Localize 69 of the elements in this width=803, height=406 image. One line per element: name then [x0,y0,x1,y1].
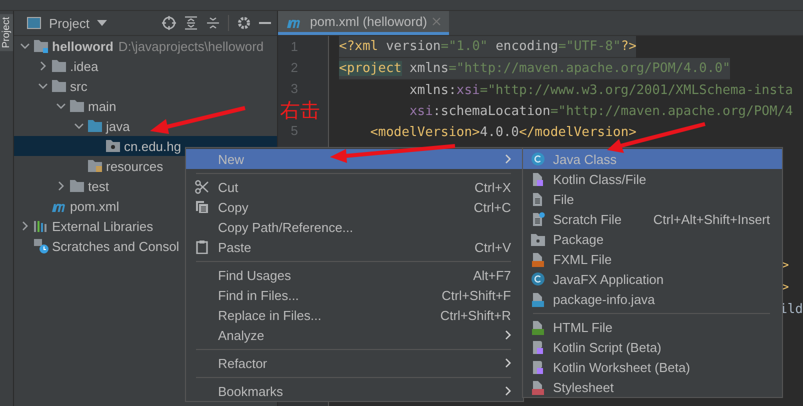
chevron-right-icon[interactable] [56,181,66,191]
folder-icon [69,99,85,113]
tree-item[interactable]: java [14,116,277,136]
code-line: <modelVersion>4.0.0</modelVersion> [369,124,636,142]
expand-all-icon[interactable] [184,16,198,30]
menu-item[interactable]: File [523,189,782,209]
folder-icon [69,179,85,193]
menu-item[interactable]: Find in Files... Ctrl+Shift+F [186,285,523,305]
clipboard-icon [195,240,209,254]
annotation-text: 右击 [280,100,320,122]
class-icon [531,272,545,286]
chevron-right-icon[interactable] [38,61,48,71]
stylesheet-icon [531,380,545,394]
menu-item[interactable]: Replace in Files... Ctrl+Shift+R [186,305,523,325]
menu-item[interactable]: Cut Ctrl+X [186,177,523,197]
menu-item[interactable]: Paste Ctrl+V [186,237,523,257]
menu-item[interactable]: Copy Ctrl+C [186,197,523,217]
dropdown-caret-icon[interactable] [97,20,108,26]
project-path: D:\javaprojects\helloword [118,38,264,54]
folder-icon [51,79,67,93]
menu-item[interactable]: Kotlin Class/File [523,169,782,189]
menu-item[interactable]: Stylesheet [523,377,782,397]
menu-item[interactable]: Refactor [186,353,523,373]
menu-item[interactable]: JavaFX Application [523,269,782,289]
menu-item[interactable]: FXML File [523,249,782,269]
window-icon [27,17,41,29]
kotlin-script-icon [531,360,545,374]
tree-item[interactable]: helloword D:\javaprojects\helloword [14,36,277,56]
tree-item[interactable]: main [14,96,277,116]
module-folder-icon [33,39,49,53]
menu-item[interactable]: Scratch File Ctrl+Alt+Shift+Insert [523,209,782,229]
tree-item[interactable]: .idea [14,56,277,76]
java-file-icon [531,292,545,306]
class-icon [531,152,545,166]
menu-item[interactable]: HTML File [523,317,782,337]
project-tool-tab[interactable]: Project [0,14,13,52]
scratch-file-icon [531,212,545,226]
libraries-icon [33,219,49,233]
resources-folder-icon [87,159,103,173]
settings-icon[interactable] [237,16,251,30]
code-line: xsi:schemaLocation="http://maven.apache.org/POM/4 [408,103,793,121]
menu-item[interactable]: Bookmarks [186,381,523,401]
collapse-all-icon[interactable] [206,16,220,30]
editor-tab[interactable]: pom.xml (helloword) [278,11,450,35]
menu-item[interactable]: Kotlin Script (Beta) [523,337,782,357]
menu-item[interactable]: Find Usages Alt+F7 [186,265,523,285]
package-icon [105,139,121,153]
panel-title[interactable]: Project [49,16,90,30]
file-icon [531,192,545,206]
kotlin-file-icon [531,172,545,186]
menu-item[interactable]: Copy Path/Reference... [186,217,523,237]
html-file-icon [531,320,545,334]
copy-icon [195,200,209,214]
folder-icon [51,59,67,73]
chevron-right-icon[interactable] [20,221,30,231]
menu-item[interactable]: package-info.java [523,289,782,309]
tree-item[interactable]: src [14,76,277,96]
menu-item[interactable]: Package [523,229,782,249]
chevron-down-icon[interactable] [20,41,30,51]
scratches-icon [33,238,49,254]
package-icon [531,232,545,246]
kotlin-script-icon [531,340,545,354]
menu-item[interactable]: Kotlin Worksheet (Beta) [523,357,782,377]
crosshair-icon[interactable] [162,16,176,30]
scissors-icon [195,180,209,194]
folder-icon [87,119,103,133]
code-line: xmlns:xsi="http://www.w3.org/2001/XMLSchema-insta [408,82,793,100]
menu-item[interactable]: Analyze [186,325,523,345]
fxml-file-icon [531,252,545,266]
